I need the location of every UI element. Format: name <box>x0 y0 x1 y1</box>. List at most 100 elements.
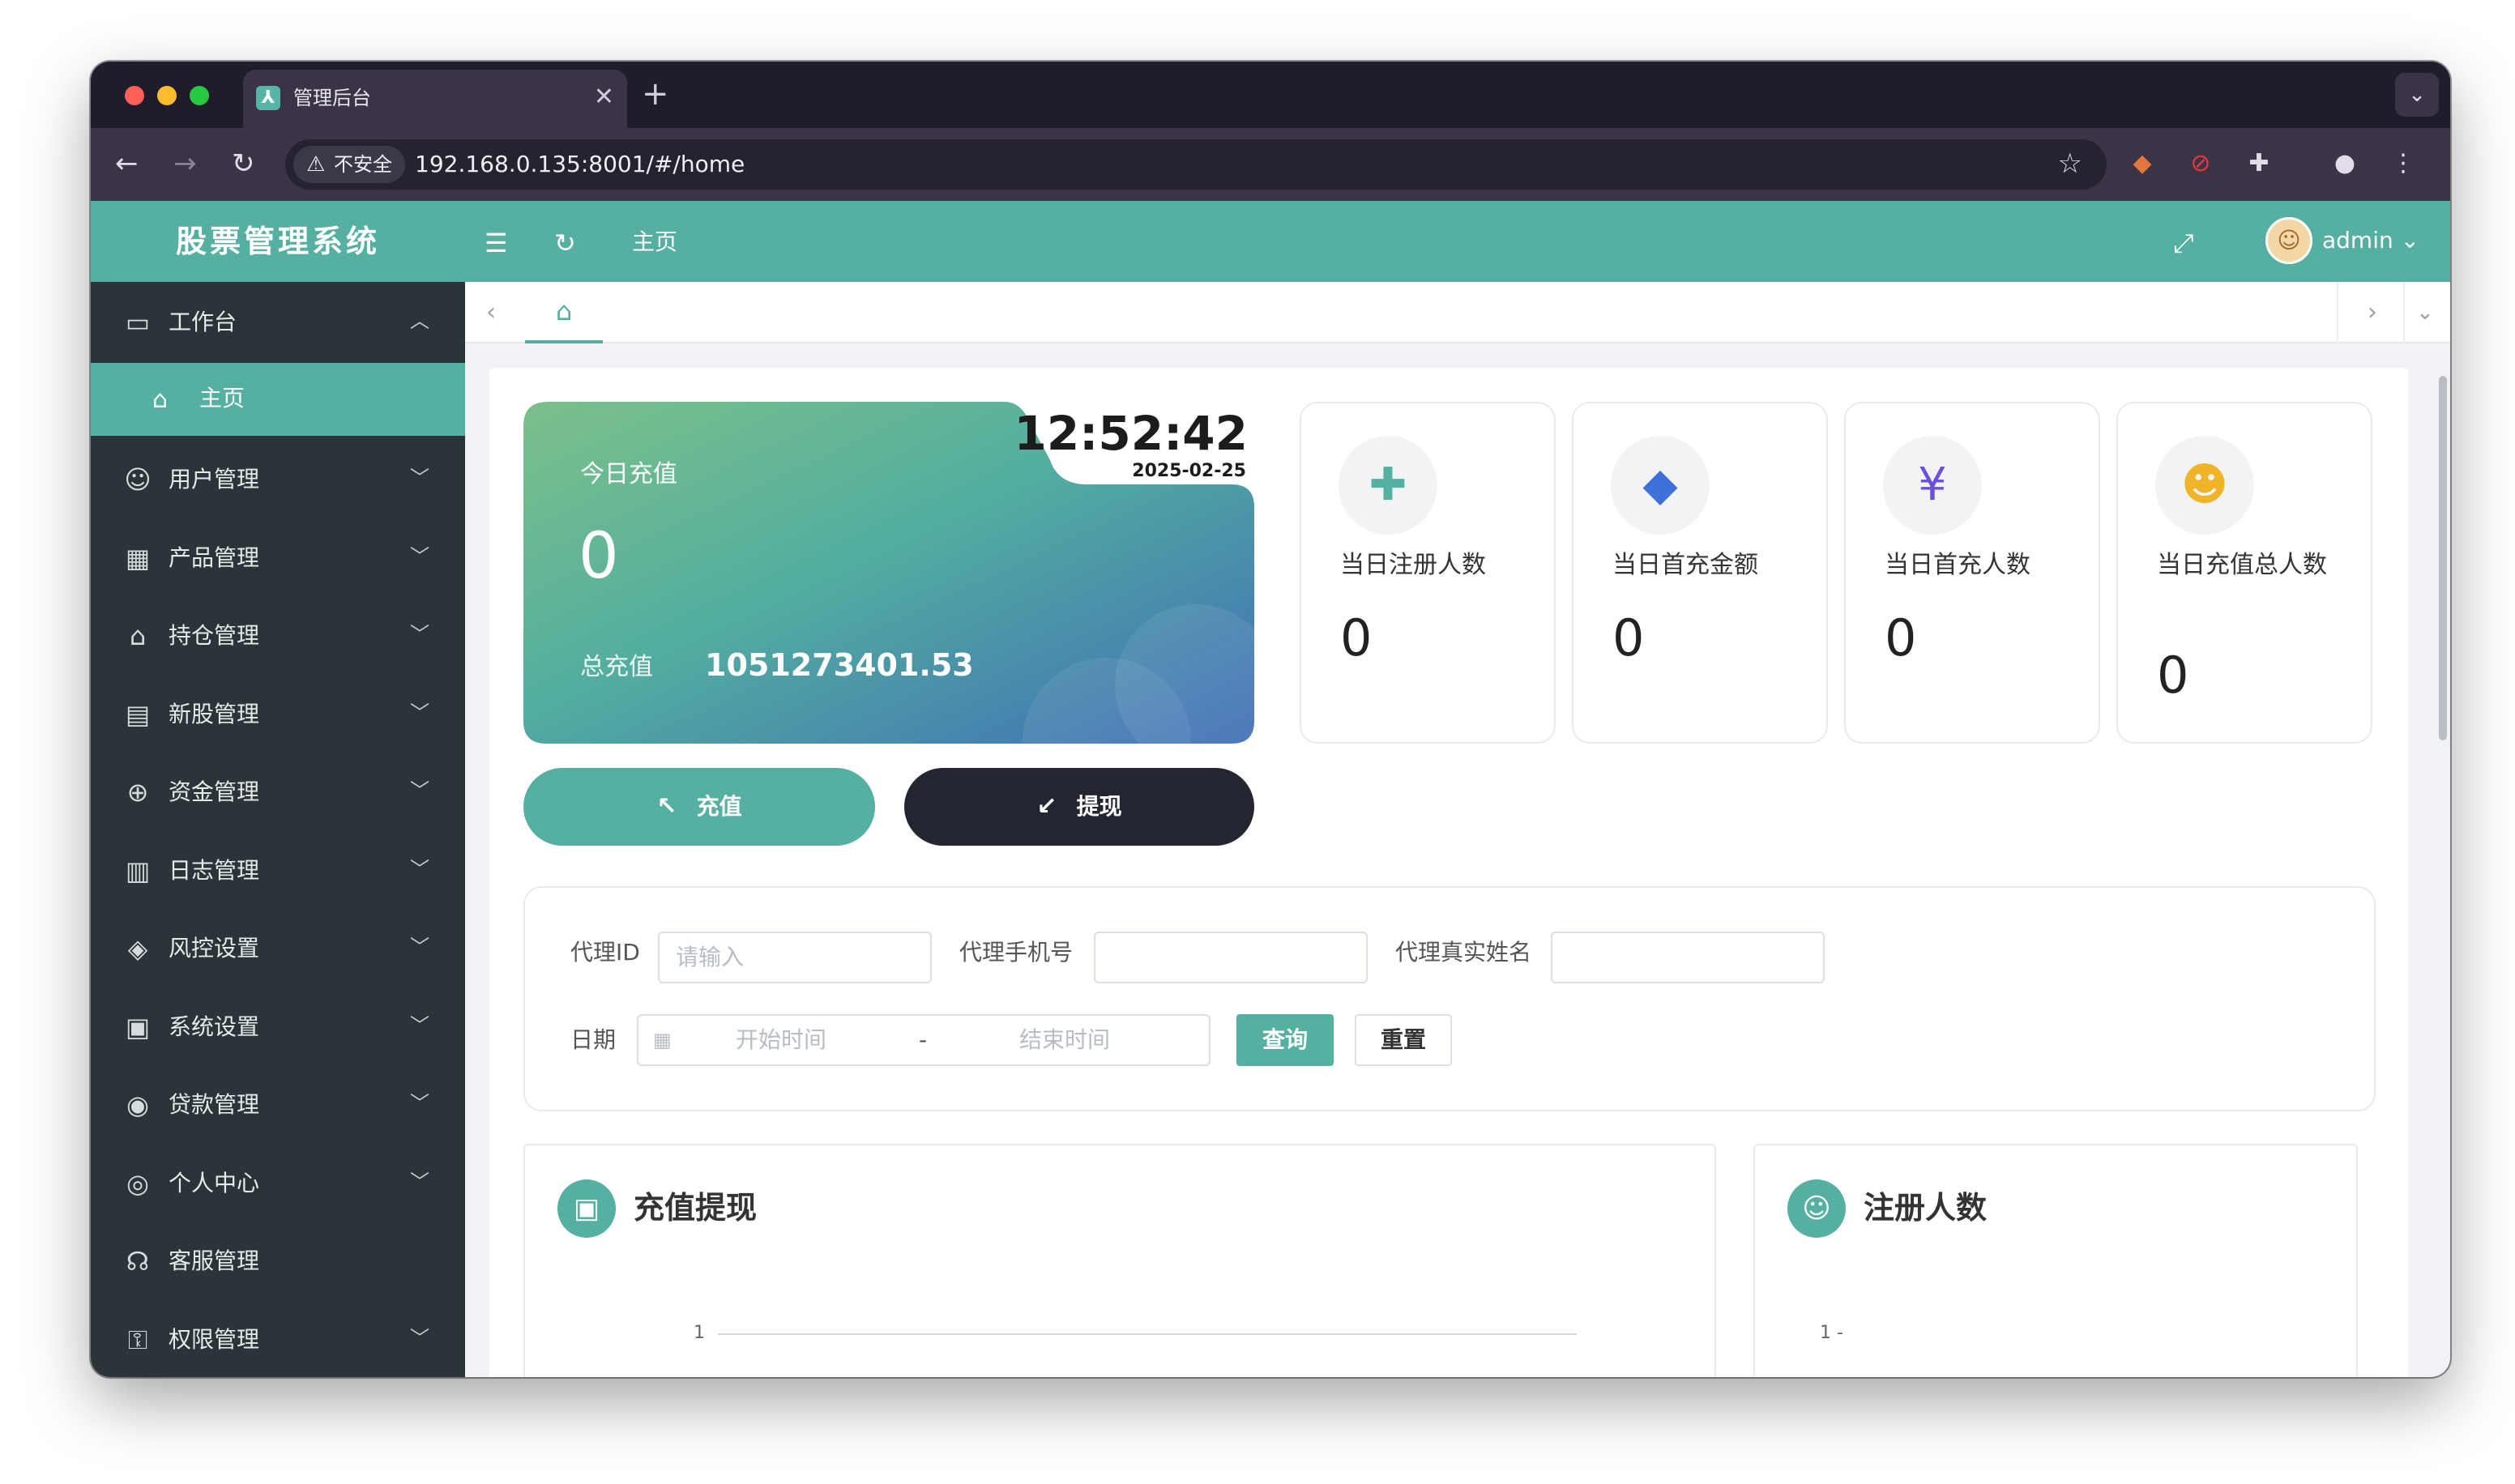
address-bar[interactable]: ⚠ 不安全 192.168.0.135:8001/#/home ☆ <box>285 139 2107 190</box>
new-tab-button[interactable]: + <box>642 75 669 113</box>
agent-id-label: 代理ID <box>570 939 640 966</box>
today-recharge-value: 0 <box>579 520 619 593</box>
log-icon: ▥ <box>125 855 151 886</box>
arrow-up-left-icon: ↖ <box>656 792 677 821</box>
refresh-icon[interactable]: ↻ <box>554 228 576 258</box>
sidebar-item[interactable]: ▤ 新股管理 ﹀ <box>91 676 465 753</box>
extensions-puzzle-icon[interactable]: ✚ <box>2243 147 2275 180</box>
app-brand: 股票管理系统 <box>175 224 380 259</box>
agent-id-input[interactable]: 请输入 <box>658 932 932 983</box>
agent-name-input[interactable] <box>1551 932 1825 983</box>
sidebar-item-label: 个人中心 <box>169 1169 260 1196</box>
collapse-menu-icon[interactable]: ☰ <box>485 228 508 258</box>
money-icon: ⊕ <box>126 777 149 808</box>
sidebar-item-home[interactable]: ⌂ 主页 <box>91 363 465 436</box>
stat-card: ◆ 当日首充金额 0 <box>1572 402 1828 744</box>
user-manage-icon: ☺ <box>124 464 152 495</box>
registrations-chart-card: ☺ 注册人数 1 - <box>1753 1144 2358 1377</box>
y-tick-label: 1 <box>694 1323 705 1343</box>
range-separator: - <box>919 1026 928 1053</box>
y-tick-label: 1 - <box>1820 1323 1843 1343</box>
sidebar-item-workbench[interactable]: ▭ 工作台 ︿ <box>91 284 465 361</box>
more-menu-icon[interactable]: ⋮ <box>2387 147 2419 180</box>
chevron-down-icon: ﹀ <box>410 1326 429 1350</box>
stat-value: 0 <box>1340 608 1373 667</box>
chevron-down-icon: ﹀ <box>410 701 429 724</box>
sidebar-item-label: 客服管理 <box>169 1247 260 1274</box>
url-text[interactable]: 192.168.0.135:8001/#/home <box>415 151 745 178</box>
block-extension-icon[interactable]: ⊘ <box>2184 147 2217 180</box>
chevron-down-icon: ﹀ <box>410 467 429 489</box>
agent-phone-label: 代理手机号 <box>959 939 1074 966</box>
tab-home[interactable]: ⌂ <box>525 282 603 343</box>
sidebar-item-label: 日志管理 <box>169 856 260 884</box>
tab-close-icon[interactable]: ✕ <box>594 83 614 112</box>
sidebar-item[interactable]: ◈ 风控设置 ﹀ <box>91 910 465 987</box>
stat-card: ☻ 当日充值总人数 0 <box>2116 402 2372 744</box>
user-menu[interactable]: admin ⌄ <box>2322 225 2419 256</box>
start-date-input[interactable]: 开始时间 <box>736 1016 826 1064</box>
browser-toolbar: ← → ↻ ⚠ 不安全 192.168.0.135:8001/#/home ☆ … <box>91 128 2450 201</box>
scrollbar-thumb[interactable] <box>2439 376 2447 740</box>
reset-button[interactable]: 重置 <box>1355 1014 1452 1066</box>
date-range-picker[interactable]: ▦ 开始时间 - 结束时间 <box>637 1014 1211 1066</box>
tabs-scroll-right-icon[interactable]: › <box>2368 296 2377 329</box>
minimize-window-button[interactable] <box>157 86 177 105</box>
security-chip[interactable]: ⚠ 不安全 <box>293 146 405 183</box>
dashboard-panel: 12:52:42 2025-02-25 今日充值 0 总充值 105127340… <box>489 368 2408 1377</box>
sidebar-item-label: 产品管理 <box>169 544 260 571</box>
home-icon: ⌂ <box>152 386 169 414</box>
tabs-menu-icon[interactable]: ⌄ <box>2416 296 2434 329</box>
avatar[interactable]: ☺ <box>2265 217 2312 264</box>
security-label: 不安全 <box>334 153 392 176</box>
tabs-scroll-left-icon[interactable]: ‹ <box>486 296 496 329</box>
browser-tab[interactable]: ⅄ 管理后台 ✕ <box>243 70 627 128</box>
sidebar-item-label: 用户管理 <box>169 466 260 493</box>
sidebar-item[interactable]: ◎ 个人中心 ﹀ <box>91 1145 465 1222</box>
sidebar-item[interactable]: ⚿ 权限管理 ﹀ <box>91 1301 465 1378</box>
sidebar-item[interactable]: ☊ 客服管理 <box>91 1222 465 1300</box>
chevron-up-icon: ︿ <box>410 309 429 332</box>
sidebar-item-label: 权限管理 <box>169 1325 260 1353</box>
chevron-down-icon: ﹀ <box>410 779 429 802</box>
calendar-icon: ▦ <box>653 1029 672 1051</box>
close-window-button[interactable] <box>125 86 144 105</box>
profile-icon[interactable]: ● <box>2329 147 2361 180</box>
sidebar-item[interactable]: ▥ 日志管理 ﹀ <box>91 832 465 910</box>
agent-phone-input[interactable] <box>1094 932 1368 983</box>
key-user-icon: ⚿ <box>127 1324 148 1355</box>
app-header: 股票管理系统 ☰ ↻ 主页 ⤢ ☺ admin ⌄ <box>91 201 2450 282</box>
back-icon[interactable]: ← <box>115 144 139 183</box>
service-icon: ☊ <box>126 1246 150 1277</box>
sidebar-item[interactable]: ▦ 产品管理 ﹀ <box>91 519 465 597</box>
sidebar-item[interactable]: ◉ 贷款管理 ﹀ <box>91 1066 465 1144</box>
withdraw-button[interactable]: ↙ 提现 <box>904 768 1254 846</box>
stat-label: 当日首充人数 <box>1885 551 2030 579</box>
tab-search-icon[interactable]: ⌄ <box>2395 73 2439 117</box>
user-yuan-icon: ¥ <box>1883 436 1982 535</box>
divider <box>2403 282 2405 343</box>
sidebar-item-label: 风控设置 <box>169 935 260 962</box>
sidebar-item[interactable]: ☺ 用户管理 ﹀ <box>91 441 465 518</box>
metamask-extension-icon[interactable]: ◆ <box>2126 147 2158 180</box>
chart-title: 注册人数 <box>1864 1190 1988 1226</box>
sidebar-item-label: 持仓管理 <box>169 622 260 649</box>
fullscreen-icon[interactable]: ⤢ <box>2173 228 2194 258</box>
total-recharge-label: 总充值 <box>580 653 653 681</box>
today-recharge-card: 12:52:42 2025-02-25 今日充值 0 总充值 105127340… <box>523 402 1254 744</box>
browser-window: ⅄ 管理后台 ✕ + ⌄ ← → ↻ ⚠ 不安全 192.168.0.135:8… <box>91 62 2450 1377</box>
forward-icon[interactable]: → <box>173 144 197 183</box>
sidebar-item[interactable]: ⌂ 持仓管理 ﹀ <box>91 597 465 675</box>
stat-label: 当日充值总人数 <box>2157 551 2327 579</box>
sidebar-item-label: 贷款管理 <box>169 1091 260 1118</box>
browser-tabstrip: ⅄ 管理后台 ✕ + ⌄ <box>91 62 2450 128</box>
reload-icon[interactable]: ↻ <box>232 144 255 183</box>
maximize-window-button[interactable] <box>190 86 209 105</box>
recharge-button[interactable]: ↖ 充值 <box>523 768 875 846</box>
end-date-input[interactable]: 结束时间 <box>1019 1016 1110 1064</box>
query-button[interactable]: 查询 <box>1236 1014 1334 1066</box>
bookmark-star-icon[interactable]: ☆ <box>2058 147 2082 180</box>
house-icon: ⌂ <box>129 620 147 651</box>
sidebar-item[interactable]: ▣ 系统设置 ﹀ <box>91 988 465 1066</box>
sidebar-item[interactable]: ⊕ 资金管理 ﹀ <box>91 753 465 831</box>
